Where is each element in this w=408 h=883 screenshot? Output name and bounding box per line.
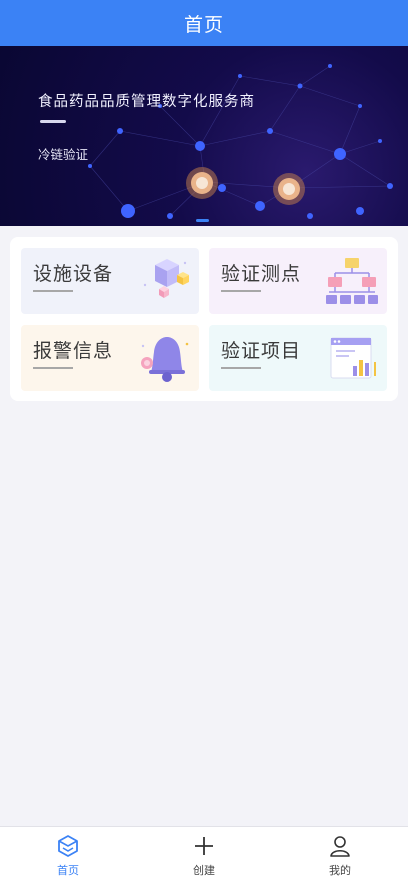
tile-underline (33, 367, 73, 369)
tab-create[interactable]: 创建 (136, 827, 272, 883)
tile-facilities-equipment[interactable]: 设施设备 (21, 248, 199, 314)
plus-icon (195, 837, 213, 855)
report-chart-icon (330, 337, 376, 379)
tile-underline (221, 290, 261, 292)
network-background-graphic (88, 64, 393, 219)
tab-mine[interactable]: 我的 (272, 827, 408, 883)
tile-label: 报警信息 (33, 340, 114, 362)
tab-home[interactable]: 首页 (0, 827, 136, 883)
tab-label: 我的 (329, 864, 351, 877)
tab-label: 首页 (57, 864, 79, 877)
tile-validation-projects[interactable]: 验证项目 (209, 325, 387, 391)
app-header: 首页 (0, 0, 408, 46)
banner-carousel[interactable]: 食品药品品质管理数字化服务商 冷链验证 (0, 46, 408, 226)
banner-divider (40, 120, 66, 123)
cubes-icon (143, 259, 189, 298)
tile-label: 验证测点 (221, 263, 302, 285)
banner-subtitle: 冷链验证 (38, 147, 89, 162)
tile-underline (221, 367, 261, 369)
bottom-tab-bar: 首页 创建 我的 (0, 826, 408, 883)
banner-title: 食品药品品质管理数字化服务商 (38, 94, 255, 110)
feature-grid: 设施设备 验证测点 报警信息 验证项目 (10, 237, 398, 401)
page-title: 首页 (183, 13, 224, 36)
tile-underline (33, 290, 73, 292)
tile-validation-points[interactable]: 验证测点 (209, 248, 387, 314)
bell-icon (141, 337, 189, 382)
tab-label: 创建 (193, 864, 215, 877)
user-icon (330, 836, 350, 857)
hierarchy-chart-icon (326, 258, 378, 304)
home-cube-icon (58, 835, 78, 857)
tile-label: 设施设备 (33, 263, 114, 285)
carousel-indicator[interactable] (196, 219, 209, 222)
tile-label: 验证项目 (221, 340, 302, 362)
tile-alarm-info[interactable]: 报警信息 (21, 325, 199, 391)
